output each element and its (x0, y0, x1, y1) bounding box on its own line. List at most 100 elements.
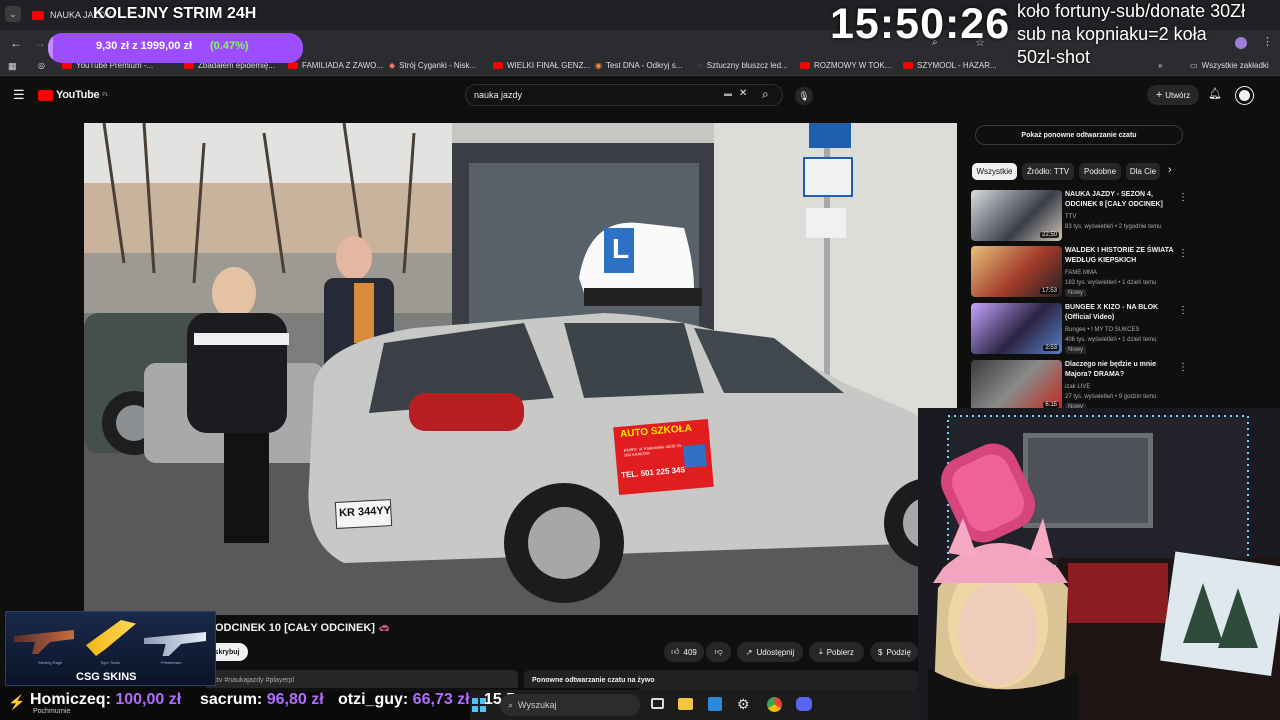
create-button[interactable]: + Utwórz (1147, 85, 1199, 105)
goal-amount: 9,30 zł z 1999,00 zł (96, 40, 193, 52)
thumbs-up-icon: 👍︎ (671, 647, 680, 656)
new-badge: Nowy (1065, 346, 1087, 354)
chip-related[interactable]: Podobne (1079, 163, 1121, 180)
store-icon[interactable] (708, 697, 722, 711)
chip-source-ttv[interactable]: Źródło: TTV (1022, 163, 1074, 180)
wheel-info: koło fortuny-sub/donate 30Zł sub na kopn… (1017, 0, 1280, 69)
donation-item: otzi_guy: 66,73 zł (338, 691, 470, 708)
account-avatar-icon[interactable] (1236, 87, 1253, 104)
chrome-icon[interactable]: ◎ (38, 61, 45, 70)
donation-item: sacrum: 96,80 zł (200, 691, 324, 708)
bookmark-favicon-icon: ◌ (698, 61, 703, 70)
channel-name: TTV (1065, 214, 1077, 220)
recommendation-item[interactable]: 2:53 BUNGEE X KIZO - NA BLOK (Official V… (971, 303, 1181, 355)
recommendation-item[interactable]: 22:50 NAUKA JAZDY - SEZON 4, ODCINEK 8 [… (971, 190, 1181, 242)
windows-taskbar: 15,5 ⌕ Wyszukaj ⚙ (470, 690, 920, 720)
chip-for-you[interactable]: Dla Cie (1126, 163, 1160, 180)
donation-icon: ⚡ (8, 694, 26, 710)
notifications-bell-icon[interactable]: 🔔︎ (1208, 87, 1222, 100)
recommendation-item[interactable]: 17:53 WALDEK I HISTORIE ZE ŚWIATA WEDŁUG… (971, 246, 1181, 298)
more-options-icon[interactable]: ⋮ (1178, 362, 1188, 373)
more-options-icon[interactable]: ⋮ (1178, 305, 1188, 316)
video-title: Dlaczego nie będzie u mnie Majora? DRAMA… (1065, 361, 1157, 378)
video-stats: 406 tys. wyświetleń • 1 dzień temu (1065, 337, 1157, 343)
new-badge: Nowy (1065, 289, 1087, 297)
bookmark-item[interactable]: WIELKI FINAŁ GENZ... (493, 61, 590, 70)
search-input[interactable]: nauka jazdy ▬ ✕ ⌕ (465, 84, 783, 106)
chat-replay-button[interactable]: Pokaż ponowne odtwarzanie czatu (975, 125, 1183, 145)
share-button[interactable]: ↗ Udostępnij (737, 642, 803, 662)
bookmark-item[interactable]: SZYMOOL - HAZAR... (903, 61, 997, 70)
file-explorer-icon[interactable] (678, 698, 693, 710)
like-button[interactable]: 👍︎ 409 (664, 642, 704, 662)
bookmark-item[interactable]: ROZMOWY W TOK... (800, 61, 891, 70)
wheel-info-line3: 50zl-shot (1017, 47, 1091, 67)
thanks-icon: $ (878, 647, 883, 657)
dislike-button[interactable]: 👎︎ (706, 642, 731, 662)
bookmark-favicon-icon: ◉ (595, 61, 602, 70)
video-thumbnail: 6:15 (971, 360, 1062, 411)
voice-search-icon[interactable]: 🎙︎ (795, 87, 813, 105)
back-icon[interactable]: ← (10, 36, 22, 50)
more-options-icon[interactable]: ⋮ (1178, 192, 1188, 203)
video-thumbnail: 2:53 (971, 303, 1062, 354)
stream-title: KOLEJNY STRIM 24H (93, 5, 257, 22)
channel-name: FAME MMA (1065, 270, 1098, 276)
video-stats: 183 tys. wyświetleń • 1 dzień temu (1065, 280, 1157, 286)
webcam-frame (918, 408, 1280, 720)
video-player[interactable]: L AUTO SZKOŁA BIURO: ul. Krakowskie 45/3… (84, 123, 957, 615)
goal-percent: (0.47%) (210, 40, 249, 52)
youtube-logo[interactable]: YouTube PL (38, 89, 108, 101)
video-stats: 83 tys. wyświetleń • 2 tygodnie temu (1065, 224, 1162, 230)
video-frame (84, 123, 957, 615)
youtube-favicon-icon (493, 62, 503, 69)
wheel-info-line2: sub na kopniaku=2 koła (1017, 24, 1207, 44)
keyboard-icon[interactable]: ▬ (724, 89, 732, 98)
bookmark-item[interactable]: FAMILIADA Z ZAWO... (288, 61, 383, 70)
share-icon: ↗ (745, 647, 753, 657)
donation-item: Homiczeq: 100,00 zł (30, 691, 182, 708)
video-stats: 27 tys. wyświetleń • 9 godzin temu (1065, 394, 1157, 400)
settings-gear-icon[interactable]: ⚙ (737, 696, 750, 713)
bookmark-item[interactable]: ◉ Test DNA - Odkryj s... (595, 61, 682, 70)
wheel-info-line1: koło fortuny-sub/donate 30Zł (1017, 1, 1246, 21)
youtube-favicon-icon (62, 62, 72, 69)
forward-icon[interactable]: → (34, 36, 46, 50)
skin-knife (86, 620, 136, 656)
clear-search-icon[interactable]: ✕ (739, 88, 747, 99)
taskbar-search[interactable]: ⌕ Wyszukaj (500, 694, 640, 716)
skin-name: Sterling Rage (38, 660, 63, 665)
weather-label: Pochmurnie (33, 708, 71, 715)
skin-rifle-1 (14, 630, 74, 654)
goal-widget: 9,30 zł z 1999,00 zł (0.47%) (48, 33, 303, 63)
discord-icon[interactable] (796, 697, 812, 711)
bookmark-item[interactable]: ◌ Sztuczny bluszcz led... (698, 61, 788, 70)
bookmark-item[interactable]: ◆ Strój Cyganki - Nisk... (389, 61, 476, 70)
youtube-play-icon (38, 89, 53, 101)
video-duration: 17:53 (1039, 288, 1059, 294)
bookmark-favicon-icon: ◆ (389, 61, 396, 70)
task-view-icon[interactable] (651, 698, 664, 709)
youtube-favicon-icon (32, 10, 44, 20)
webcam-overlay (918, 408, 1280, 720)
skin-rifle-2 (144, 632, 206, 656)
download-icon: ⤓ (819, 647, 823, 656)
apps-grid-icon[interactable]: ▦ (8, 61, 17, 72)
stream-clock: 15:50:26 (830, 0, 1011, 48)
download-button[interactable]: ⤓ Pobierz (809, 642, 864, 662)
more-options-icon[interactable]: ⋮ (1178, 248, 1188, 259)
channel-name: Bungee • I MY TO SUKCES (1065, 327, 1140, 333)
tab-list-button[interactable]: ⌄ (5, 6, 21, 22)
chips-next-icon[interactable]: › (1168, 164, 1172, 176)
video-thumbnail: 17:53 (971, 246, 1062, 297)
hamburger-menu-icon[interactable]: ☰ (13, 87, 25, 103)
video-duration: 2:53 (1043, 345, 1059, 351)
thumbs-down-icon: 👎︎ (714, 647, 723, 656)
thanks-button[interactable]: $ Podzię (870, 642, 918, 662)
plus-icon: + (1155, 89, 1163, 101)
chrome-icon[interactable] (767, 697, 782, 712)
chip-all[interactable]: Wszystkie (972, 163, 1017, 180)
search-icon[interactable]: ⌕ (762, 87, 769, 102)
recommendation-item[interactable]: 6:15 Dlaczego nie będzie u mnie Majora? … (971, 360, 1181, 412)
search-icon: ⌕ (508, 699, 514, 710)
